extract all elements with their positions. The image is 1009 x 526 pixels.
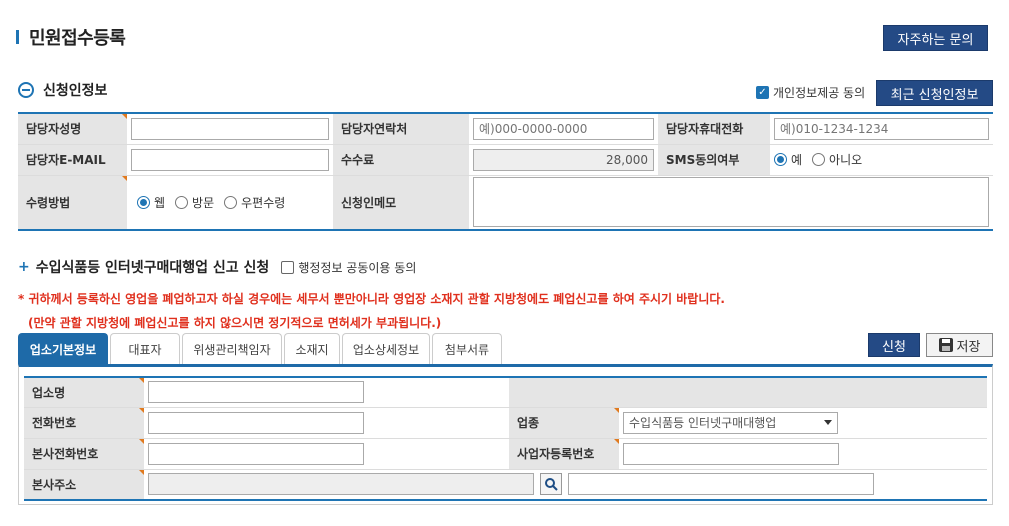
sms-yes-radio[interactable] <box>774 153 787 166</box>
privacy-consent-checkbox[interactable]: ✓ <box>756 86 769 99</box>
chevron-down-icon <box>824 420 832 425</box>
closure-notice: * 귀하께서 등록하신 영업을 폐업하고자 하실 경우에는 세무서 뿐만아니라 … <box>18 292 725 306</box>
receive-visit-option[interactable]: 방문 <box>175 194 214 211</box>
contact-mobile-label: 담당자휴대전화 <box>658 113 770 145</box>
privacy-consent[interactable]: ✓ 개인정보제공 동의 <box>756 84 865 101</box>
sms-consent-label: SMS동의여부 <box>658 144 770 176</box>
business-phone-input[interactable] <box>148 411 364 434</box>
contact-name-input[interactable] <box>131 117 329 140</box>
applicant-memo-label: 신청인메모 <box>333 175 469 231</box>
business-reg-no-input[interactable] <box>623 442 839 465</box>
sms-yes-label: 예 <box>791 153 803 167</box>
address-search-button[interactable] <box>540 473 562 496</box>
receive-method-label: 수령방법 <box>18 175 127 231</box>
admin-info-consent[interactable]: 행정정보 공동이용 동의 <box>281 259 416 276</box>
tab-attachments[interactable]: 첨부서류 <box>432 333 502 364</box>
fee-value: 28,000 <box>473 148 654 171</box>
sms-no-radio[interactable] <box>812 153 826 166</box>
receive-visit-radio[interactable] <box>175 195 189 209</box>
tab-location[interactable]: 소재지 <box>284 333 340 364</box>
business-type-label: 업종 <box>509 407 619 439</box>
business-phone-label: 전화번호 <box>24 407 144 439</box>
page-title-bar: 민원접수등록 <box>16 24 126 50</box>
hq-zipcode-input[interactable] <box>148 473 534 496</box>
report-section-title: 수입식품등 인터넷구매대행업 신고 신청 <box>35 260 270 276</box>
receive-web-option[interactable]: 웹 <box>137 194 165 211</box>
privacy-consent-label: 개인정보제공 동의 <box>773 86 866 100</box>
apply-button[interactable]: 신청 <box>868 333 920 357</box>
applicant-memo-textarea[interactable] <box>473 177 989 228</box>
sms-yes-option[interactable]: 예 <box>774 151 802 168</box>
hq-address-input[interactable] <box>568 473 874 496</box>
business-info-table: 업소명 전화번호 업종 수입식품등 인터넷구매대행업 본사전화번호 사업자등록번… <box>24 376 987 501</box>
receive-mail-option[interactable]: 우편수령 <box>224 194 285 211</box>
plus-icon: + <box>18 259 30 275</box>
tab-business-basic[interactable]: 업소기본정보 <box>18 333 108 364</box>
save-button[interactable]: 저장 <box>926 333 993 357</box>
contact-name-label: 담당자성명 <box>18 113 127 145</box>
receive-web-radio[interactable] <box>137 195 150 209</box>
hq-phone-label: 본사전화번호 <box>24 438 144 470</box>
applicant-section-title: 신청인정보 <box>43 83 108 99</box>
receive-mail-label: 우편수령 <box>241 195 286 210</box>
contact-phone-label: 담당자연락처 <box>333 113 469 145</box>
receive-web-label: 웹 <box>154 195 166 210</box>
report-section-header: + 수입식품등 인터넷구매대행업 신고 신청 행정정보 공동이용 동의 <box>18 257 416 277</box>
business-tabs: 업소기본정보 대표자 위생관리책임자 소재지 업소상세정보 첨부서류 <box>18 333 504 364</box>
applicant-info-table: 담당자성명 담당자연락처 담당자휴대전화 담당자E-MAIL 수수료 28,00… <box>18 112 993 231</box>
recent-applicant-button[interactable]: 최근 신청인정보 <box>876 80 993 106</box>
business-type-select[interactable]: 수입식품등 인터넷구매대행업 <box>623 411 838 434</box>
page-title: 민원접수등록 <box>29 28 126 49</box>
business-type-value: 수입식품등 인터넷구매대행업 <box>629 416 777 430</box>
hq-address-label: 본사주소 <box>24 469 144 501</box>
fee-label: 수수료 <box>333 144 469 176</box>
title-marker <box>16 30 19 44</box>
receive-mail-radio[interactable] <box>224 195 238 209</box>
floppy-disk-icon <box>938 338 953 352</box>
receive-method-radios: 웹 방문 우편수령 <box>131 194 329 211</box>
search-icon <box>545 478 558 491</box>
contact-phone-input[interactable] <box>473 117 654 140</box>
tab-hygiene-manager[interactable]: 위생관리책임자 <box>182 333 282 364</box>
collapse-icon[interactable] <box>18 82 34 98</box>
sms-no-label: 아니오 <box>829 153 863 167</box>
tab-representative[interactable]: 대표자 <box>110 333 180 364</box>
closure-notice-note: (만약 관할 지방청에 폐업신고를 하지 않으시면 정기적으로 면허세가 부과됩… <box>28 316 442 330</box>
hq-phone-input[interactable] <box>148 442 364 465</box>
contact-email-input[interactable] <box>131 148 329 171</box>
business-name-input[interactable] <box>148 381 364 404</box>
admin-info-consent-label: 행정정보 공동이용 동의 <box>298 260 417 275</box>
contact-email-label: 담당자E-MAIL <box>18 144 127 176</box>
business-name-label: 업소명 <box>24 377 144 408</box>
sms-consent-radios: 예 아니오 <box>774 151 989 168</box>
admin-info-consent-checkbox[interactable] <box>281 260 295 274</box>
business-reg-no-label: 사업자등록번호 <box>509 438 619 470</box>
save-button-label: 저장 <box>956 339 981 355</box>
contact-mobile-input[interactable] <box>774 117 989 140</box>
applicant-section-header[interactable]: 신청인정보 <box>18 80 107 100</box>
receive-visit-label: 방문 <box>192 195 215 210</box>
sms-no-option[interactable]: 아니오 <box>812 151 862 168</box>
faq-button[interactable]: 자주하는 문의 <box>883 25 988 51</box>
tab-business-detail[interactable]: 업소상세정보 <box>342 333 430 364</box>
